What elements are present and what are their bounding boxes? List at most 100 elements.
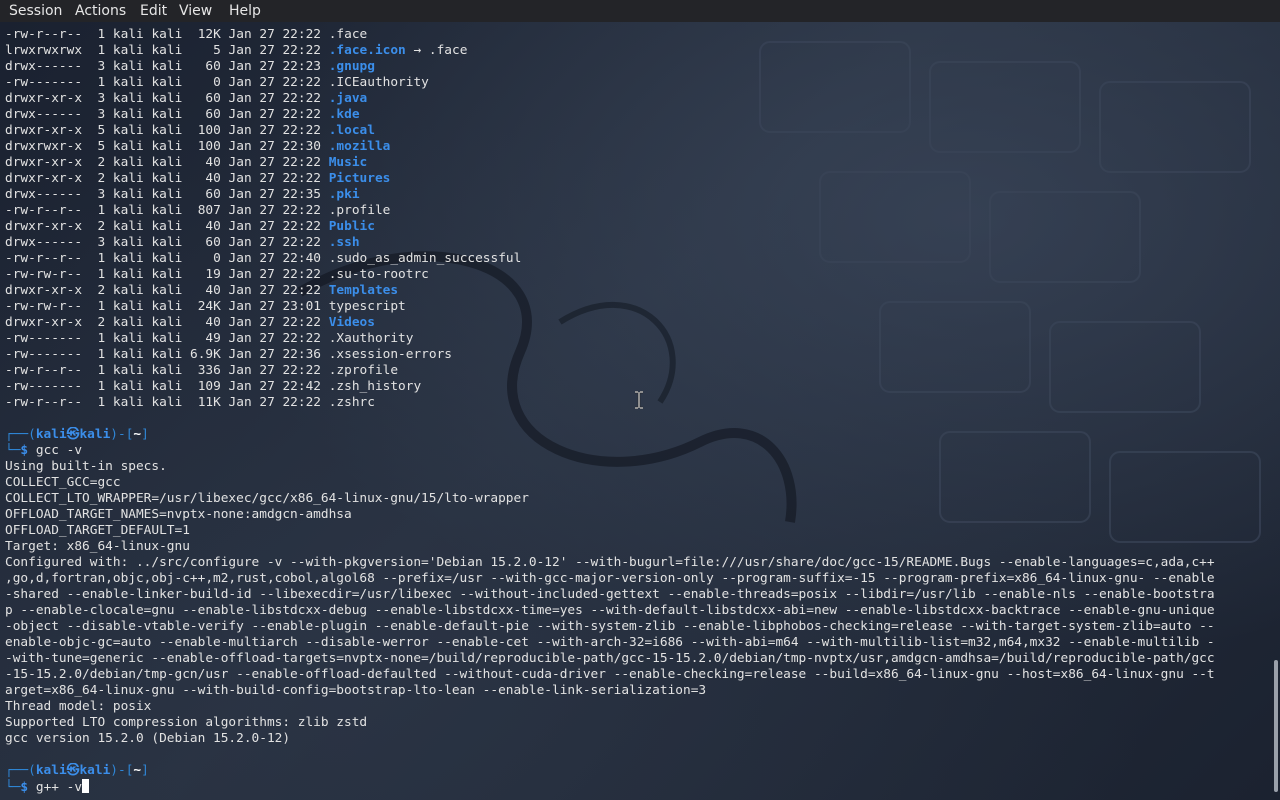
file-size: 12K — [190, 27, 221, 42]
menu-session[interactable]: Session — [9, 2, 62, 20]
listing-row: drwx------ 3 kali kali 60 Jan 27 22:22 .… — [5, 235, 1275, 251]
output-line: Using built-in specs. — [5, 459, 167, 474]
file-name: Pictures — [328, 171, 391, 186]
prompt-user: kali — [35, 763, 67, 778]
file-owner: kali — [112, 59, 144, 74]
file-size: 60 — [190, 59, 221, 74]
file-group: kali — [151, 219, 183, 234]
file-name: .gnupg — [328, 59, 375, 74]
output-line: ,go,d,fortran,objc,obj-c++,m2,rust,cobol… — [5, 571, 1215, 586]
file-group: kali — [151, 27, 183, 42]
prompt-bottom-line: └─$ gcc -v — [5, 443, 1275, 459]
file-date: Jan 27 22:22 — [228, 75, 321, 90]
prompt-box-open: ┌──( — [5, 427, 36, 442]
file-date: Jan 27 22:22 — [228, 267, 321, 282]
menu-edit[interactable]: Edit — [140, 2, 167, 20]
output-line: OFFLOAD_TARGET_NAMES=nvptx-none:amdgcn-a… — [5, 507, 352, 522]
file-name: .face.icon — [328, 43, 406, 58]
terminal-scrollbar[interactable] — [1274, 660, 1278, 792]
file-name: .Xauthority — [328, 331, 414, 346]
file-date: Jan 27 22:22 — [228, 27, 321, 42]
file-size: 40 — [190, 283, 221, 298]
file-permissions: drwxr-xr-x — [5, 219, 83, 234]
link-count: 3 — [97, 235, 106, 250]
file-name: Templates — [328, 283, 399, 298]
command-input[interactable]: g++ -v — [36, 780, 82, 795]
file-group: kali — [151, 379, 183, 394]
link-count: 2 — [97, 155, 106, 170]
file-permissions: drwx------ — [5, 59, 83, 74]
link-count: 1 — [97, 203, 106, 218]
file-name: .kde — [328, 107, 360, 122]
listing-row: drwxr-xr-x 5 kali kali 100 Jan 27 22:22 … — [5, 123, 1275, 139]
file-name: .face — [328, 27, 368, 42]
file-owner: kali — [112, 379, 144, 394]
output-line: Thread model: posix — [5, 699, 152, 714]
terminal-output[interactable]: -rw-r--r-- 1 kali kali 12K Jan 27 22:22 … — [0, 27, 1275, 795]
output-line: arget=x86_64-linux-gnu --with-build-conf… — [5, 683, 707, 698]
file-size: 40 — [190, 155, 221, 170]
file-date: Jan 27 22:22 — [228, 283, 321, 298]
output-line: COLLECT_GCC=gcc — [5, 475, 121, 490]
output-line: enable-objc-gc=auto --enable-multiarch -… — [5, 635, 1215, 650]
prompt-box-mid: )-[ — [110, 427, 134, 442]
menu-help[interactable]: Help — [229, 2, 261, 20]
file-date: Jan 27 22:22 — [228, 395, 321, 410]
listing-row: drwxrwxr-x 5 kali kali 100 Jan 27 22:30 … — [5, 139, 1275, 155]
file-permissions: drwx------ — [5, 107, 83, 122]
file-group: kali — [151, 395, 183, 410]
file-size: 40 — [190, 219, 221, 234]
file-group: kali — [151, 267, 183, 282]
file-date: Jan 27 22:22 — [228, 315, 321, 330]
file-name: Public — [328, 219, 375, 234]
file-date: Jan 27 22:22 — [228, 107, 321, 122]
link-count: 2 — [97, 315, 106, 330]
file-permissions: -rw-rw-r-- — [5, 299, 83, 314]
output-line: OFFLOAD_TARGET_DEFAULT=1 — [5, 523, 190, 538]
output-line: Supported LTO compression algorithms: zl… — [5, 715, 368, 730]
menu-view[interactable]: View — [179, 2, 212, 20]
link-count: 5 — [97, 139, 106, 154]
file-name: .profile — [328, 203, 391, 218]
file-permissions: -rw-r--r-- — [5, 395, 83, 410]
file-date: Jan 27 22:35 — [228, 187, 321, 202]
file-permissions: -rw------- — [5, 347, 83, 362]
file-size: 0 — [190, 251, 221, 266]
file-date: Jan 27 22:40 — [228, 251, 321, 266]
file-permissions: -rw-r--r-- — [5, 363, 83, 378]
file-group: kali — [151, 75, 183, 90]
file-name: typescript — [328, 299, 406, 314]
output-line: gcc version 15.2.0 (Debian 15.2.0-12) — [5, 731, 291, 746]
prompt-at-symbol: ㉿ — [66, 763, 80, 778]
prompt-top-line: ┌──(kali㉿kali)-[~] — [5, 427, 1275, 443]
file-permissions: drwxr-xr-x — [5, 283, 83, 298]
menu-actions[interactable]: Actions — [75, 2, 126, 20]
prompt-box-close: ] — [141, 427, 149, 442]
listing-row: drwxr-xr-x 2 kali kali 40 Jan 27 22:22 T… — [5, 283, 1275, 299]
file-size: 100 — [190, 139, 221, 154]
file-permissions: drwx------ — [5, 187, 83, 202]
link-count: 1 — [97, 363, 106, 378]
file-owner: kali — [112, 187, 144, 202]
listing-row: drwxr-xr-x 2 kali kali 40 Jan 27 22:22 P… — [5, 171, 1275, 187]
file-permissions: drwxr-xr-x — [5, 91, 83, 106]
file-size: 40 — [190, 171, 221, 186]
file-owner: kali — [112, 251, 144, 266]
file-size: 807 — [190, 203, 221, 218]
file-group: kali — [151, 235, 183, 250]
file-group: kali — [151, 155, 183, 170]
link-count: 2 — [97, 171, 106, 186]
prompt-box-close: ] — [141, 763, 149, 778]
file-size: 109 — [190, 379, 221, 394]
file-owner: kali — [112, 267, 144, 282]
prompt-dir: ~ — [133, 427, 142, 442]
link-count: 1 — [97, 75, 106, 90]
file-owner: kali — [112, 123, 144, 138]
output-line: -15-15.2.0/debian/tmp-gcn/usr --enable-o… — [5, 667, 1215, 682]
file-owner: kali — [112, 331, 144, 346]
listing-row: -rw-r--r-- 1 kali kali 807 Jan 27 22:22 … — [5, 203, 1275, 219]
listing-row: -rw------- 1 kali kali 6.9K Jan 27 22:36… — [5, 347, 1275, 363]
file-owner: kali — [112, 315, 144, 330]
